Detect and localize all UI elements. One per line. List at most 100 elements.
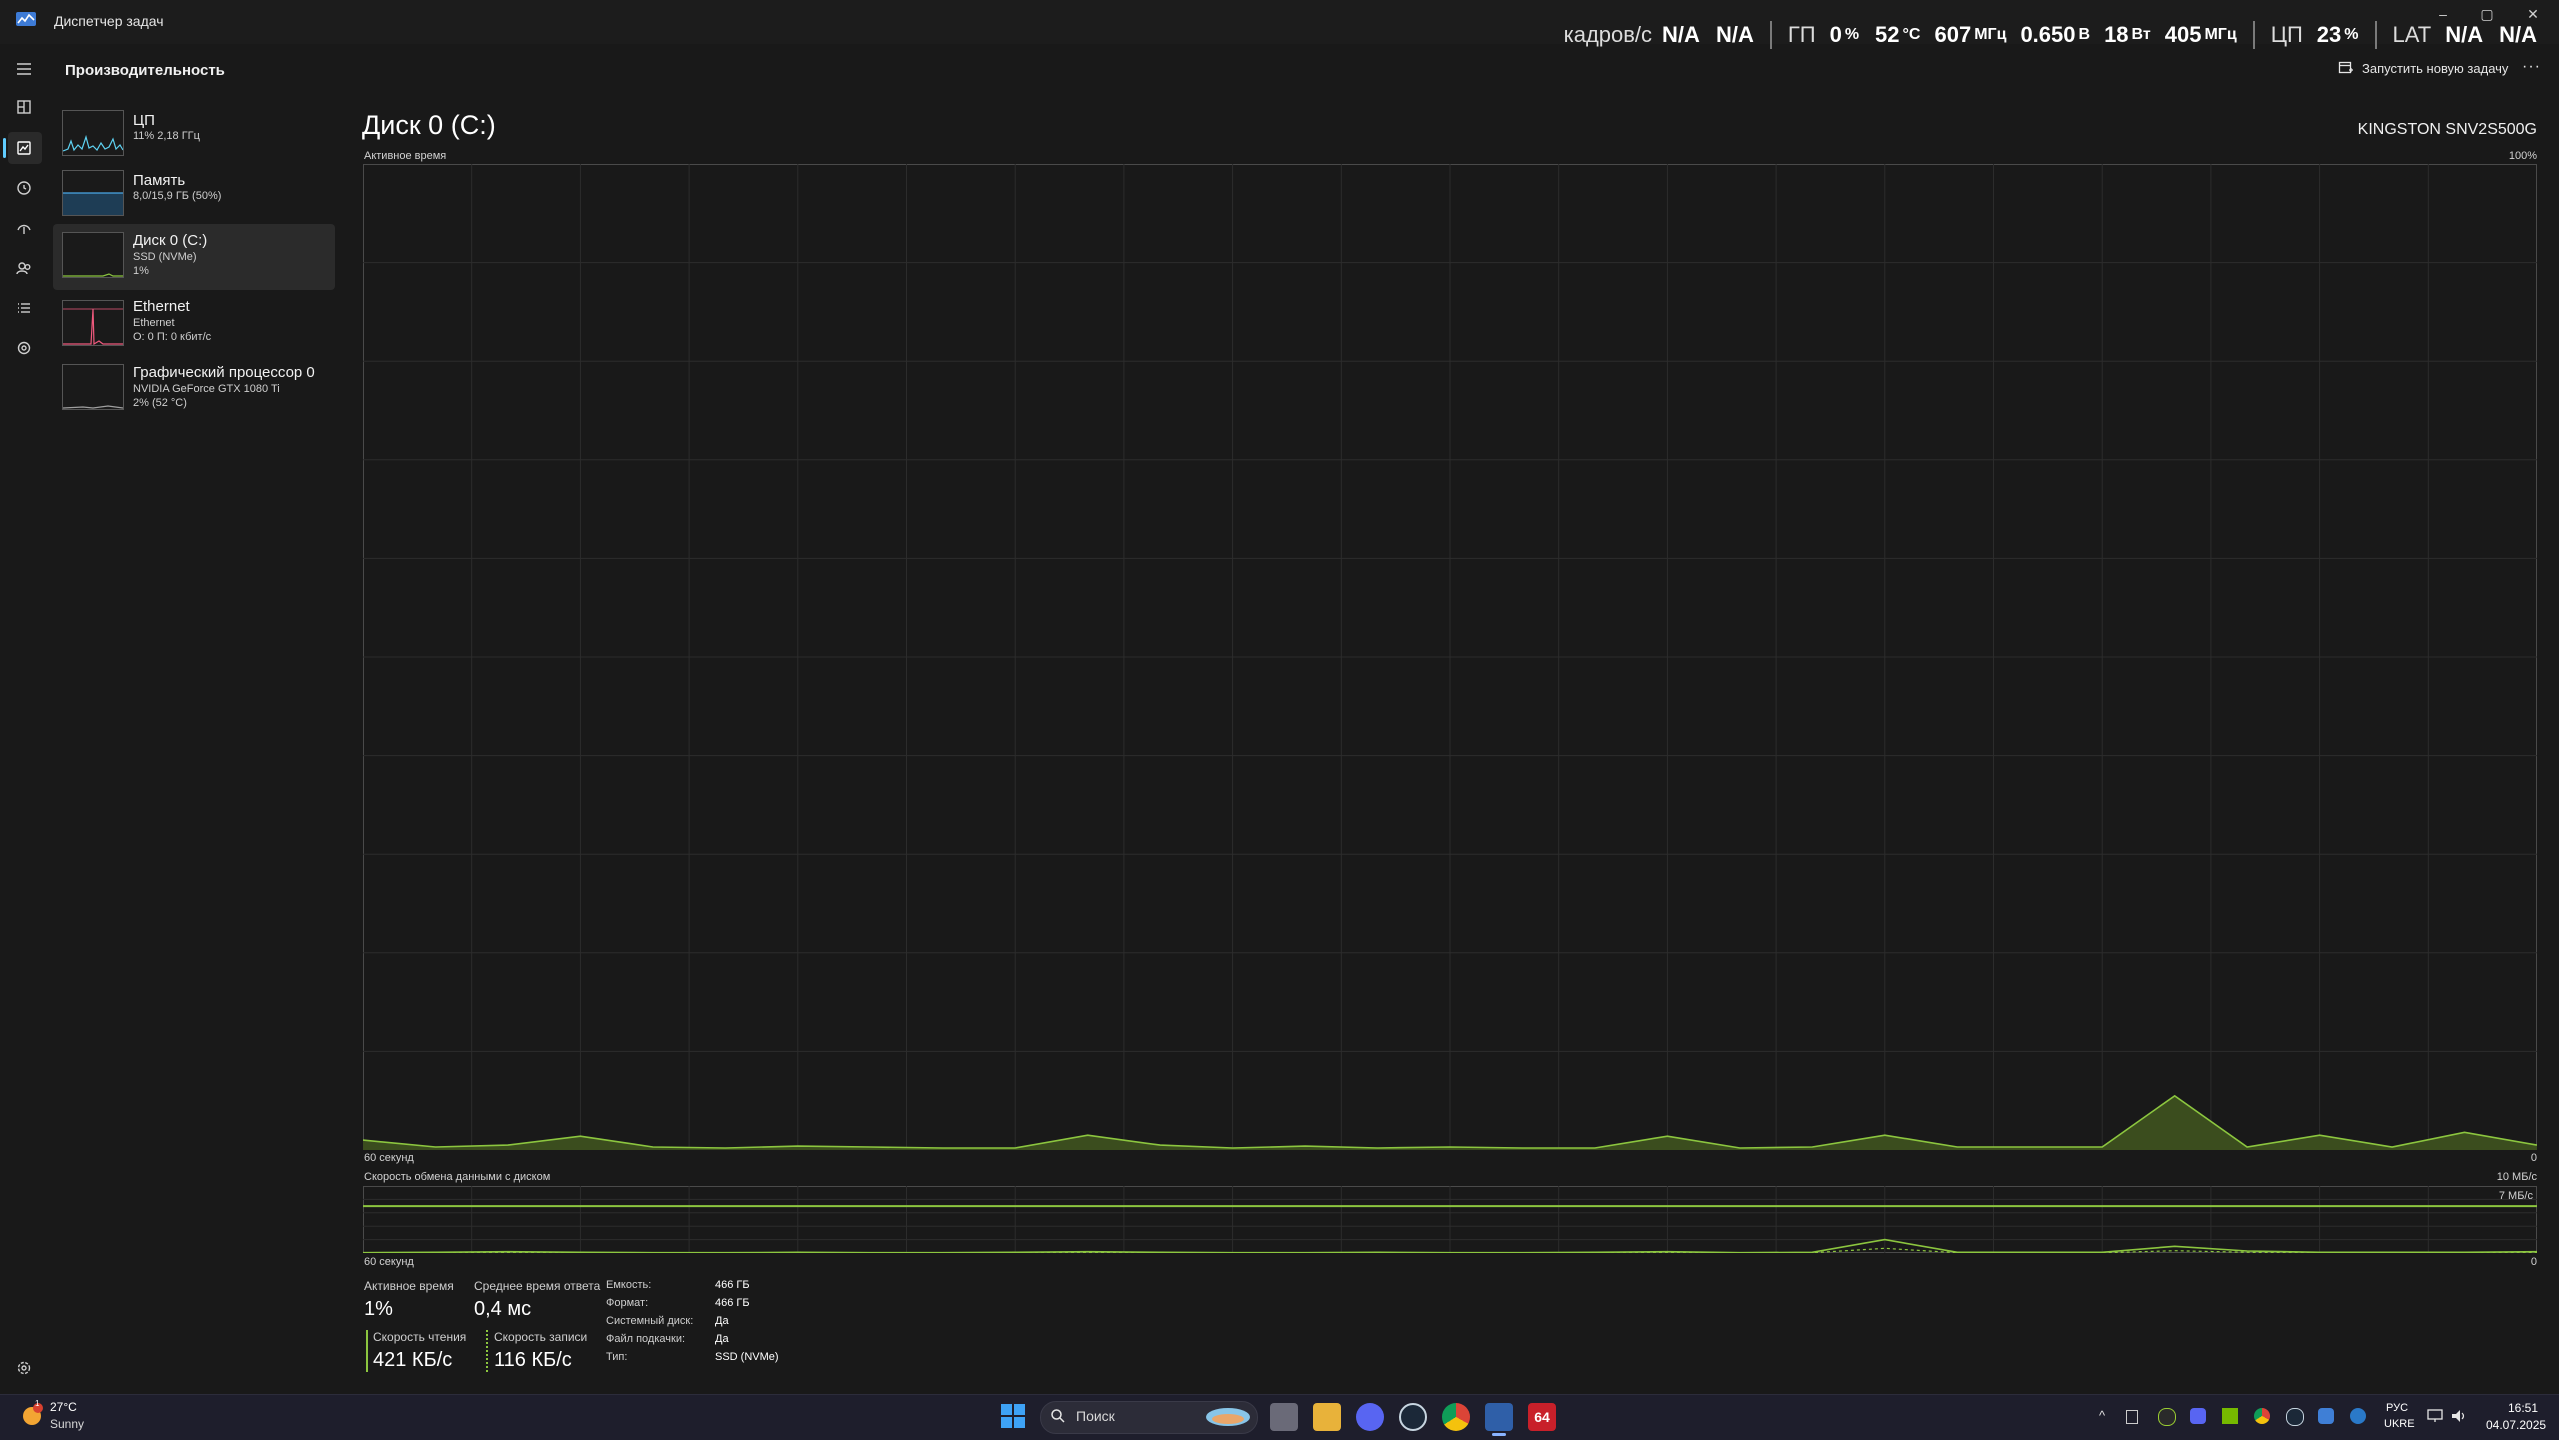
- device-name: Ethernet: [133, 298, 190, 315]
- device-item-memory[interactable]: Память 8,0/15,9 ГБ (50%): [53, 164, 335, 220]
- device-name: Графический процессор 0: [133, 364, 315, 381]
- clock-time[interactable]: 16:51: [2508, 1401, 2538, 1415]
- page-file-value: Да: [715, 1333, 729, 1345]
- device-value: О: 0 П: 0 кбит/с: [133, 331, 212, 343]
- weather-desc: Sunny: [50, 1417, 85, 1431]
- read-speed-label: Скорость чтения: [373, 1330, 467, 1344]
- lat-value-2: N/A: [2499, 22, 2537, 47]
- file-explorer-icon[interactable]: [1313, 1403, 1341, 1431]
- type-label: Тип:: [606, 1351, 628, 1363]
- chart1-min-label: 0: [2530, 1152, 2537, 1164]
- system-disk-label: Системный диск:: [606, 1315, 694, 1327]
- device-value: 2% (52 °C): [133, 397, 187, 409]
- device-value: 1%: [133, 265, 149, 277]
- tray-tablet-icon[interactable]: [2126, 1410, 2138, 1424]
- nav-active-indicator: [3, 138, 6, 158]
- volume-icon[interactable]: [2450, 1408, 2468, 1424]
- weather-badge: 1: [35, 1399, 40, 1408]
- fps-value-1: N/A: [1662, 22, 1700, 47]
- device-item-cpu[interactable]: ЦП 11% 2,18 ГГц: [53, 104, 335, 160]
- language-indicator[interactable]: РУС: [2386, 1402, 2408, 1414]
- read-speed-value: 421 КБ/с: [373, 1349, 453, 1371]
- steam-tray-icon[interactable]: [2286, 1408, 2304, 1426]
- chart2-max-label: 10 МБ/с: [2496, 1171, 2537, 1183]
- discord-tray-icon[interactable]: [2190, 1408, 2206, 1424]
- clock-date[interactable]: 04.07.2025: [2486, 1418, 2546, 1432]
- device-name: Диск 0 (C:): [133, 232, 208, 249]
- format-label: Формат:: [606, 1297, 649, 1309]
- discord-icon[interactable]: [1356, 1403, 1384, 1431]
- nvidia-tray-icon[interactable]: [2222, 1408, 2238, 1424]
- gpu-mem-clock: 405: [2164, 22, 2202, 47]
- hamburger-icon[interactable]: [12, 57, 36, 81]
- fps-label: кадров/с: [1563, 22, 1653, 47]
- cpu-load: 23: [2316, 22, 2342, 47]
- gpu-temp: 52: [1875, 22, 1900, 47]
- aida64-icon[interactable]: 64: [1528, 1403, 1556, 1431]
- active-time-value: 1%: [364, 1298, 393, 1320]
- tray-overflow-chevron-icon[interactable]: ^: [2094, 1408, 2110, 1424]
- startup-apps-icon[interactable]: [12, 216, 36, 240]
- chart1-max-label: 100%: [2508, 150, 2537, 162]
- search-placeholder: Поиск: [1076, 1408, 1115, 1424]
- chart1-label: Активное время: [364, 150, 447, 162]
- device-subtitle: 8,0/15,9 ГБ (50%): [133, 190, 222, 202]
- performance-overlay: кадров/с N/A N/A ГП 0% 52 °C 607 МГц 0.650…: [1564, 20, 2537, 50]
- device-item-disk-0[interactable]: Диск 0 (C:) SSD (NVMe) 1%: [53, 224, 335, 290]
- windows-start-icon[interactable]: [998, 1401, 1028, 1431]
- weather-temp[interactable]: 27°C: [50, 1400, 77, 1414]
- gpu-voltage-unit: В: [2078, 26, 2091, 43]
- processes-icon[interactable]: [12, 95, 36, 119]
- device-subtitle: NVIDIA GeForce GTX 1080 Ti: [133, 383, 280, 395]
- performance-icon[interactable]: [12, 136, 36, 160]
- services-icon[interactable]: [12, 336, 36, 360]
- gpu-thumbnail-graph: [62, 364, 124, 410]
- active-app-indicator: [1492, 1433, 1506, 1436]
- device-subtitle: 11% 2,18 ГГц: [133, 130, 200, 142]
- details-icon[interactable]: [12, 296, 36, 320]
- lat-label: LAT: [2392, 22, 2432, 47]
- write-speed-label: Скорость записи: [494, 1330, 588, 1344]
- weather-sun-icon[interactable]: [18, 1400, 46, 1428]
- cpu-thumbnail-graph: [62, 110, 124, 156]
- active-time-label: Активное время: [364, 1279, 454, 1293]
- chart2-label: Скорость обмена данными с диском: [364, 1171, 551, 1183]
- overlay-separator: [2374, 21, 2377, 49]
- gpu-power: 18: [2104, 22, 2129, 47]
- steam-icon[interactable]: [1399, 1403, 1427, 1431]
- network-icon[interactable]: [2426, 1408, 2444, 1424]
- gpu-load-unit: %: [1844, 26, 1860, 43]
- chrome-tray-icon[interactable]: [2254, 1408, 2270, 1424]
- gpu-voltage: 0.650: [2020, 22, 2076, 47]
- run-new-task-button[interactable]: Запустить новую задачу: [2338, 60, 2508, 76]
- lat-value-1: N/A: [2445, 22, 2484, 47]
- fps-value-2: N/A: [1715, 22, 1754, 47]
- task-view-icon[interactable]: [1270, 1403, 1298, 1431]
- tray-cloud-icon[interactable]: [2350, 1408, 2366, 1424]
- gpu-temp-unit: °C: [1902, 26, 1921, 43]
- chart2-ref-label: 7 МБ/с: [2498, 1190, 2533, 1202]
- task-manager-taskbar-icon[interactable]: [1485, 1403, 1513, 1431]
- more-options-button[interactable]: ···: [2522, 58, 2541, 76]
- chart2-time-label: 60 секунд: [364, 1256, 414, 1268]
- device-item-ethernet[interactable]: Ethernet Ethernet О: 0 П: 0 кбит/с: [53, 292, 335, 354]
- device-item-gpu-0[interactable]: Графический процессор 0 NVIDIA GeForce G…: [53, 358, 335, 420]
- keyboard-layout[interactable]: UKRE: [2384, 1418, 2415, 1430]
- tray-app-icon[interactable]: [2318, 1408, 2334, 1424]
- gpu-clock: 607: [1934, 22, 1972, 47]
- chrome-icon[interactable]: [1442, 1403, 1470, 1431]
- users-icon[interactable]: [12, 256, 36, 280]
- gpu-clock-unit: МГц: [1974, 26, 2007, 43]
- page-file-label: Файл подкачки:: [606, 1333, 686, 1345]
- search-icon: [1051, 1409, 1065, 1423]
- capacity-value: 466 ГБ: [715, 1279, 750, 1291]
- settings-icon[interactable]: [12, 1356, 36, 1380]
- app-history-icon[interactable]: [12, 176, 36, 200]
- avg-response-label: Среднее время ответа: [474, 1279, 601, 1293]
- page-title: Производительность: [65, 62, 225, 79]
- overlay-separator: [1769, 21, 1772, 49]
- device-name: ЦП: [133, 112, 155, 129]
- active-time-chart: [363, 164, 2537, 1150]
- device-name: Память: [133, 172, 186, 189]
- xbox-tray-icon[interactable]: [2158, 1408, 2176, 1426]
